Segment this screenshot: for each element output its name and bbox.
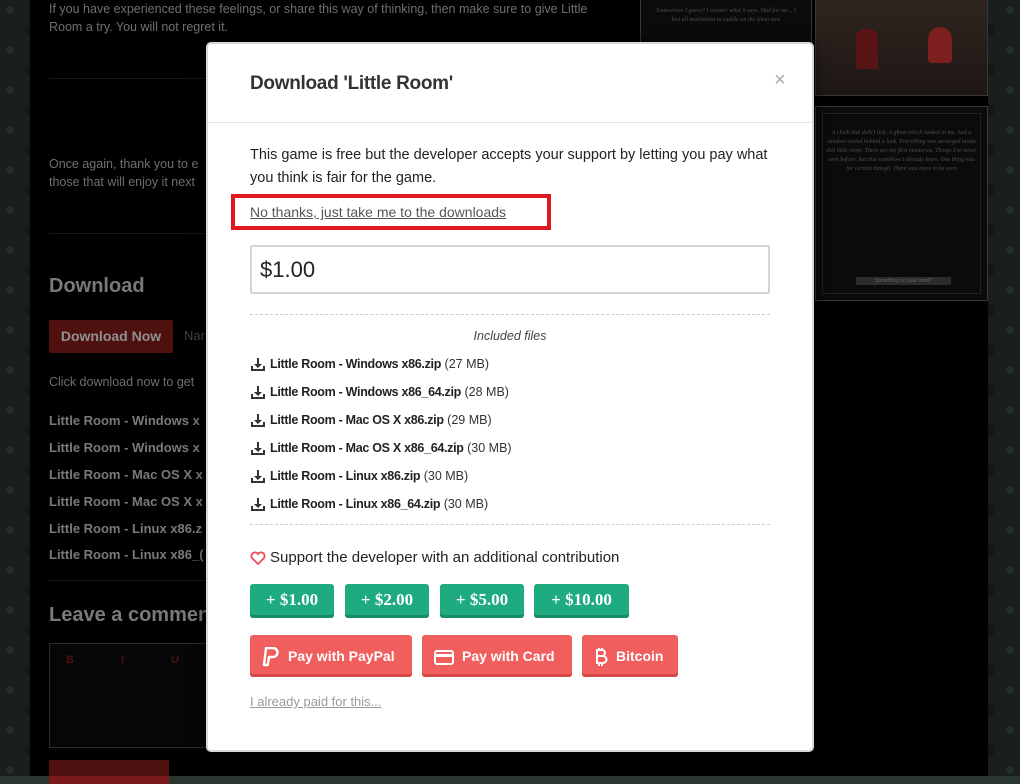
- tip-5-button[interactable]: + $5.00: [440, 584, 524, 618]
- download-icon: [251, 385, 265, 399]
- close-icon[interactable]: ×: [774, 69, 786, 92]
- price-input[interactable]: [250, 245, 770, 294]
- file-list-item[interactable]: Little Room - Windows x86.zip (27 MB): [250, 357, 489, 375]
- card-label: Pay with Card: [462, 648, 555, 664]
- file-size: (27 MB): [444, 357, 489, 371]
- file-size: (30 MB): [423, 469, 469, 483]
- no-thanks-link[interactable]: No thanks, just take me to the downloads: [250, 204, 506, 220]
- support-text: Support the developer with an additional…: [270, 549, 620, 566]
- download-icon: [251, 357, 265, 371]
- download-icon: [251, 497, 265, 511]
- already-paid-link[interactable]: I already paid for this...: [250, 694, 382, 709]
- file-size: (30 MB): [443, 497, 489, 511]
- download-icon: [251, 413, 265, 427]
- download-modal: Download 'Little Room' × This game is fr…: [206, 42, 814, 752]
- file-list-item[interactable]: Little Room - Mac OS X x86.zip (29 MB): [250, 413, 492, 431]
- file-name: Little Room - Linux x86.zip: [270, 469, 421, 483]
- file-name: Little Room - Mac OS X x86_64.zip: [270, 441, 464, 455]
- download-icon: [251, 441, 265, 455]
- pay-with-bitcoin-button[interactable]: Bitcoin: [582, 635, 678, 677]
- paypal-icon: [262, 647, 279, 667]
- modal-header: Download 'Little Room' ×: [208, 44, 812, 123]
- support-developer-row: Support the developer with an additional…: [250, 549, 619, 566]
- divider: [250, 524, 770, 525]
- bitcoin-icon: [596, 648, 608, 667]
- divider: [250, 314, 770, 315]
- tip-2-button[interactable]: + $2.00: [345, 584, 429, 618]
- file-list-item[interactable]: Little Room - Linux x86.zip (30 MB): [250, 469, 468, 487]
- file-list-item[interactable]: Little Room - Linux x86_64.zip (30 MB): [250, 497, 488, 515]
- download-icon: [251, 469, 265, 483]
- tip-10-button[interactable]: + $10.00: [534, 584, 629, 618]
- file-name: Little Room - Windows x86_64.zip: [270, 385, 462, 399]
- file-size: (29 MB): [447, 413, 492, 427]
- modal-title: Download 'Little Room': [250, 73, 453, 94]
- pay-with-card-button[interactable]: Pay with Card: [422, 635, 572, 677]
- file-name: Little Room - Mac OS X x86.zip: [270, 413, 444, 427]
- file-list-item[interactable]: Little Room - Windows x86_64.zip (28 MB): [250, 385, 509, 403]
- file-size: (30 MB): [467, 441, 512, 455]
- file-size: (28 MB): [464, 385, 509, 399]
- bitcoin-label: Bitcoin: [616, 648, 664, 664]
- file-list-item[interactable]: Little Room - Mac OS X x86_64.zip (30 MB…: [250, 441, 512, 459]
- file-name: Little Room - Windows x86.zip: [270, 357, 442, 371]
- heart-icon: [250, 551, 266, 566]
- free-game-message: This game is free but the developer acce…: [250, 147, 768, 186]
- included-files-label: Included files: [473, 329, 547, 343]
- credit-card-icon: [434, 649, 454, 665]
- tip-1-button[interactable]: + $1.00: [250, 584, 334, 618]
- pay-with-paypal-button[interactable]: Pay with PayPal: [250, 635, 412, 677]
- paypal-label: Pay with PayPal: [288, 648, 395, 664]
- file-name: Little Room - Linux x86_64.zip: [270, 497, 441, 511]
